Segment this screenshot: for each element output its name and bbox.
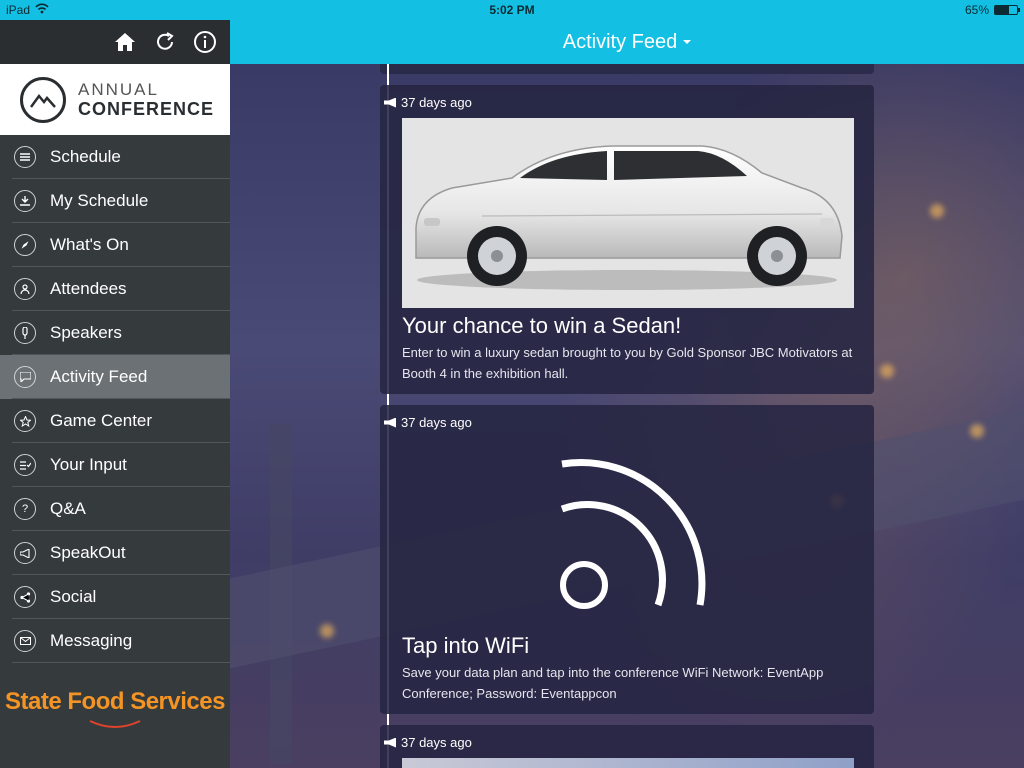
microphone-icon bbox=[14, 322, 36, 344]
city-light bbox=[320, 624, 334, 638]
logo-line2: CONFERENCE bbox=[78, 99, 215, 119]
sidebar-item-messaging[interactable]: Messaging bbox=[0, 619, 230, 663]
post-time: 37 days ago bbox=[384, 415, 472, 430]
header-bar: Activity Feed bbox=[230, 20, 1024, 64]
sidebar-item-game-center[interactable]: Game Center bbox=[0, 399, 230, 443]
sidebar-item-attendees[interactable]: Attendees bbox=[0, 267, 230, 311]
sidebar-item-label: Attendees bbox=[50, 279, 127, 298]
feed-post[interactable]: 37 days ago Tap into WiFi Save your data… bbox=[380, 405, 874, 714]
feed-post[interactable]: 37 days ago Your chance to win a Sedan! … bbox=[380, 85, 874, 394]
sponsor-smile-icon bbox=[89, 720, 141, 728]
sidebar-item-label: SpeakOut bbox=[50, 543, 126, 562]
sidebar-item-label: What's On bbox=[50, 235, 129, 254]
page-title: Activity Feed bbox=[562, 30, 678, 53]
sidebar-toolbar bbox=[0, 20, 230, 64]
sidebar-item-label: Activity Feed bbox=[50, 367, 148, 386]
sidebar-item-label: Speakers bbox=[50, 323, 122, 342]
megaphone-icon bbox=[384, 97, 396, 108]
sidebar-item-label: My Schedule bbox=[50, 191, 149, 210]
conference-logo: ANNUAL CONFERENCE bbox=[0, 64, 230, 135]
city-light bbox=[970, 424, 984, 438]
sedan-car-image bbox=[402, 118, 854, 308]
sponsor-logo: State Food Services bbox=[0, 688, 230, 734]
logo-text: ANNUAL CONFERENCE bbox=[78, 80, 214, 119]
battery-percent: 65% bbox=[964, 3, 989, 17]
sidebar-item-label: Messaging bbox=[50, 631, 133, 650]
sidebar: ANNUAL CONFERENCE Schedule My Schedule W… bbox=[0, 20, 230, 768]
share-icon bbox=[14, 586, 36, 608]
city-light bbox=[930, 204, 944, 218]
post-time: 37 days ago bbox=[384, 735, 472, 750]
sidebar-item-label: Q&A bbox=[50, 499, 86, 518]
home-icon[interactable] bbox=[112, 29, 138, 55]
sidebar-menu: Schedule My Schedule What's On Attendees… bbox=[0, 135, 230, 663]
download-icon bbox=[14, 190, 36, 212]
logo-line1: ANNUAL bbox=[78, 80, 159, 99]
chat-icon bbox=[14, 366, 36, 388]
megaphone-icon bbox=[384, 417, 396, 428]
post-time-text: 37 days ago bbox=[401, 415, 472, 430]
sidebar-item-social[interactable]: Social bbox=[0, 575, 230, 619]
sidebar-item-whats-on[interactable]: What's On bbox=[0, 223, 230, 267]
logo-mountain-icon bbox=[20, 76, 66, 123]
previous-post-card[interactable] bbox=[380, 64, 874, 74]
chevron-down-icon bbox=[683, 40, 692, 44]
sponsor-name: State Food Services bbox=[5, 688, 225, 715]
compass-icon bbox=[14, 234, 36, 256]
megaphone-icon bbox=[384, 737, 396, 748]
post-headline: Your chance to win a Sedan! bbox=[402, 313, 682, 338]
mail-icon bbox=[14, 630, 36, 652]
feed-title-dropdown[interactable]: Activity Feed bbox=[562, 30, 692, 54]
refresh-icon[interactable] bbox=[152, 29, 178, 55]
person-icon bbox=[14, 278, 36, 300]
sidebar-item-your-input[interactable]: Your Input bbox=[0, 443, 230, 487]
sidebar-item-schedule[interactable]: Schedule bbox=[0, 135, 230, 179]
sidebar-item-label: Social bbox=[50, 587, 97, 606]
checklist-icon bbox=[14, 454, 36, 476]
post-description: Enter to win a luxury sedan brought to y… bbox=[402, 345, 853, 381]
status-right: 65% bbox=[964, 3, 1020, 17]
post-time-text: 37 days ago bbox=[401, 95, 472, 110]
sidebar-item-label: Schedule bbox=[50, 147, 121, 166]
sidebar-item-qa[interactable]: ? Q&A bbox=[0, 487, 230, 531]
megaphone-icon bbox=[14, 542, 36, 564]
sidebar-item-label: Game Center bbox=[50, 411, 153, 430]
sidebar-item-my-schedule[interactable]: My Schedule bbox=[0, 179, 230, 223]
city-light bbox=[880, 364, 894, 378]
info-icon[interactable] bbox=[192, 29, 218, 55]
activity-feed: 37 days ago Your chance to win a Sedan! … bbox=[378, 64, 876, 768]
post-time: 37 days ago bbox=[384, 95, 472, 110]
sidebar-item-label: Your Input bbox=[50, 455, 127, 474]
feed-post[interactable]: 37 days ago bbox=[380, 725, 874, 768]
wifi-icon bbox=[402, 438, 854, 638]
post-time-text: 37 days ago bbox=[401, 735, 472, 750]
star-icon bbox=[14, 410, 36, 432]
post-headline: Tap into WiFi bbox=[402, 633, 530, 658]
battery-icon bbox=[994, 5, 1020, 15]
sidebar-item-activity-feed[interactable]: Activity Feed bbox=[0, 355, 230, 399]
post-description: Save your data plan and tap into the con… bbox=[402, 665, 824, 701]
list-icon bbox=[14, 146, 36, 168]
status-bar: iPad 5:02 PM 65% bbox=[0, 0, 1024, 20]
post-image-partial bbox=[402, 758, 854, 768]
question-icon: ? bbox=[14, 498, 36, 520]
sidebar-item-speakout[interactable]: SpeakOut bbox=[0, 531, 230, 575]
car-illustration bbox=[402, 118, 854, 308]
status-time: 5:02 PM bbox=[489, 3, 535, 17]
sidebar-item-speakers[interactable]: Speakers bbox=[0, 311, 230, 355]
battery-fill bbox=[995, 6, 1010, 14]
